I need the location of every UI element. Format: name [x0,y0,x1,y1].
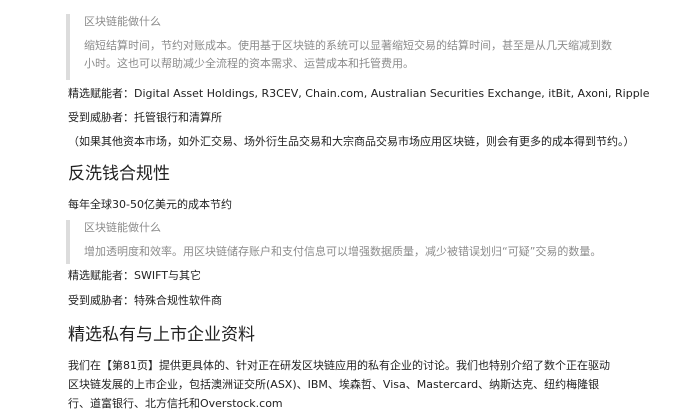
enablers-line: 精选赋能者：Digital Asset Holdings, R3CEV, Cha… [68,87,650,100]
blockquote-body: 增加透明度和效率。用区块链储存账户和支付信息可以增强数据质量，减少被错误划归“可… [84,245,602,258]
savings-line: 每年全球30-50亿美元的成本节约 [68,198,232,211]
threatened-line: 受到威胁者：特殊合规性软件商 [68,294,222,307]
blockquote-body: 缩短结算时间，节约对账成本。使用基于区块链的系统可以显著缩短交易的结算时间，甚至… [84,39,612,70]
threatened-line: 受到威胁者：托管银行和清算所 [68,111,222,124]
blockquote-title: 区块链能做什么 [84,221,161,234]
blockquote-aml: 区块链能做什么 增加透明度和效率。用区块链储存账户和支付信息可以增强数据质量，减… [66,220,622,264]
section-heading-aml: 反洗钱合规性 [68,164,170,184]
section-heading-companies: 精选私有与上市企业资料 [68,325,255,345]
enablers-line: 精选赋能者：SWIFT与其它 [68,269,201,282]
article-page: 区块链能做什么 缩短结算时间，节约对账成本。使用基于区块链的系统可以显著缩短交易… [0,0,680,416]
blockquote-title: 区块链能做什么 [84,15,161,28]
note-line: （如果其他资本市场，如外汇交易、场外衍生品交易和大宗商品交易市场应用区块链，则会… [68,135,635,148]
companies-paragraph: 我们在【第81页】提供更具体的、针对正在研发区块链应用的私有企业的讨论。我们也特… [68,359,610,410]
blockquote-settlement: 区块链能做什么 缩短结算时间，节约对账成本。使用基于区块链的系统可以显著缩短交易… [66,14,622,80]
